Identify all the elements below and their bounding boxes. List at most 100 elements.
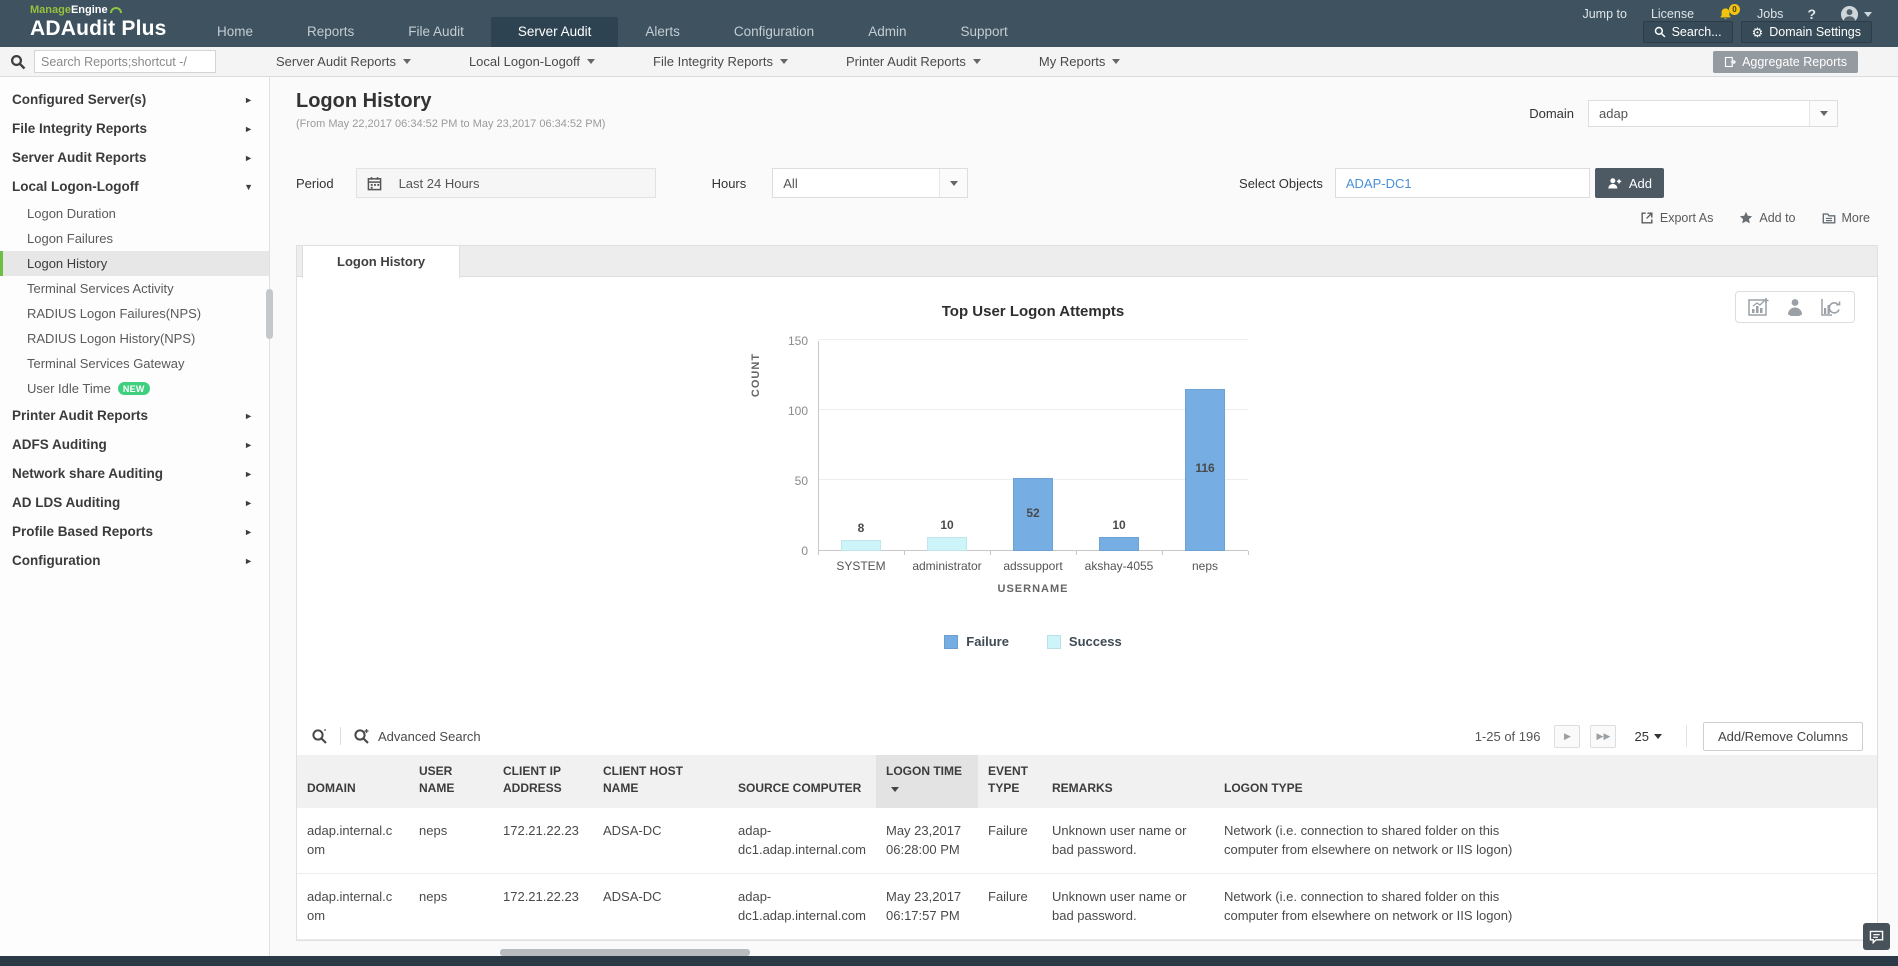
scrollbar-thumb[interactable] bbox=[500, 949, 750, 956]
sidebar-item-label: RADIUS Logon History(NPS) bbox=[27, 331, 195, 346]
more-button[interactable]: More bbox=[1822, 211, 1870, 225]
chevron-right-icon: ► bbox=[244, 411, 253, 421]
help-icon[interactable]: ? bbox=[1807, 6, 1816, 22]
domain-settings-button[interactable]: ⚙ Domain Settings bbox=[1741, 21, 1872, 43]
chevron-down-icon[interactable] bbox=[939, 169, 967, 197]
user-report-icon[interactable] bbox=[1786, 297, 1804, 317]
sidebar-item-radius-logon-failures-nps[interactable]: RADIUS Logon Failures(NPS) bbox=[0, 301, 269, 326]
sidebar-item-network-share-auditing[interactable]: Network share Auditing► bbox=[0, 459, 269, 488]
horizontal-scrollbar[interactable] bbox=[270, 949, 1898, 956]
bar-akshay-4055[interactable] bbox=[1099, 537, 1139, 551]
chart-refresh-icon[interactable] bbox=[1820, 297, 1842, 317]
column-header-logon-time[interactable]: LOGON TIME bbox=[876, 755, 978, 808]
table-row[interactable]: adap.internal.comneps172.21.22.23ADSA-DC… bbox=[297, 808, 1877, 874]
notifications-bell-icon[interactable]: 0 bbox=[1718, 7, 1733, 22]
sidebar-item-logon-duration[interactable]: Logon Duration bbox=[0, 201, 269, 226]
sidebar-item-logon-failures[interactable]: Logon Failures bbox=[0, 226, 269, 251]
jump-to-link[interactable]: Jump to bbox=[1582, 7, 1626, 21]
chart-add-icon[interactable] bbox=[1748, 297, 1770, 317]
page-size-select[interactable]: 25 bbox=[1634, 729, 1661, 744]
sidebar-item-adfs-auditing[interactable]: ADFS Auditing► bbox=[0, 430, 269, 459]
tab-logon-history[interactable]: Logon History bbox=[302, 246, 460, 278]
nav-tab-home[interactable]: Home bbox=[190, 17, 280, 47]
sidebar: Configured Server(s)►File Integrity Repo… bbox=[0, 77, 270, 956]
column-header-remarks[interactable]: REMARKS bbox=[1042, 755, 1214, 808]
column-header-client-ip-address[interactable]: CLIENT IP ADDRESS bbox=[493, 755, 593, 808]
period-picker[interactable]: Last 24 Hours bbox=[356, 168, 656, 198]
sort-descending-icon[interactable] bbox=[891, 787, 899, 792]
add-object-button[interactable]: Add bbox=[1595, 168, 1664, 198]
column-header-logon-type[interactable]: LOGON TYPE bbox=[1214, 755, 1544, 808]
menu-printer-audit-reports[interactable]: Printer Audit Reports bbox=[846, 54, 981, 69]
aggregate-reports-button[interactable]: Aggregate Reports bbox=[1713, 51, 1858, 73]
sidebar-item-configured-server-s[interactable]: Configured Server(s)► bbox=[0, 85, 269, 114]
sidebar-item-ad-lds-auditing[interactable]: AD LDS Auditing► bbox=[0, 488, 269, 517]
sidebar-item-configuration[interactable]: Configuration► bbox=[0, 546, 269, 575]
menu-local-logon-logoff[interactable]: Local Logon-Logoff bbox=[469, 54, 595, 69]
column-header-label: CLIENT IP ADDRESS bbox=[503, 764, 562, 795]
sidebar-item-label: Printer Audit Reports bbox=[12, 408, 148, 423]
report-search-input[interactable] bbox=[34, 50, 216, 73]
nav-tab-reports[interactable]: Reports bbox=[280, 17, 381, 47]
nav-tab-alerts[interactable]: Alerts bbox=[618, 17, 707, 47]
y-axis-tick: 0 bbox=[758, 544, 808, 558]
chevron-down-icon[interactable] bbox=[1809, 101, 1837, 126]
menu-server-audit-reports[interactable]: Server Audit Reports bbox=[276, 54, 411, 69]
sidebar-item-terminal-services-activity[interactable]: Terminal Services Activity bbox=[0, 276, 269, 301]
table-row[interactable]: adap.internal.comneps172.21.22.23ADSA-DC… bbox=[297, 873, 1877, 939]
bar-value-label: 10 bbox=[1076, 518, 1162, 532]
chat-feedback-icon[interactable] bbox=[1863, 923, 1890, 950]
nav-tab-file-audit[interactable]: File Audit bbox=[381, 17, 491, 47]
sidebar-item-printer-audit-reports[interactable]: Printer Audit Reports ► bbox=[0, 401, 269, 430]
column-header-domain[interactable]: DOMAIN bbox=[297, 755, 409, 808]
nav-tab-configuration[interactable]: Configuration bbox=[707, 17, 841, 47]
sidebar-item-profile-based-reports[interactable]: Profile Based Reports► bbox=[0, 517, 269, 546]
hours-select[interactable]: All bbox=[772, 168, 968, 198]
nav-tab-support[interactable]: Support bbox=[933, 17, 1034, 47]
sidebar-item-user-idle-time[interactable]: User Idle TimeNEW bbox=[0, 376, 269, 401]
report-actions: Export As Add to More bbox=[296, 211, 1870, 225]
column-header-label: USER NAME bbox=[419, 764, 454, 795]
gear-icon: ⚙ bbox=[1752, 26, 1764, 39]
nav-tab-server-audit[interactable]: Server Audit bbox=[491, 17, 619, 47]
chart-legend: FailureSuccess bbox=[818, 634, 1248, 649]
add-to-button[interactable]: Add to bbox=[1739, 211, 1795, 225]
menu-file-integrity-reports[interactable]: File Integrity Reports bbox=[653, 54, 788, 69]
menu-my-reports[interactable]: My Reports bbox=[1039, 54, 1120, 69]
domain-select[interactable]: adap bbox=[1588, 100, 1838, 127]
last-page-button[interactable]: ▶▶ bbox=[1590, 725, 1616, 748]
domain-label: Domain bbox=[1529, 106, 1574, 121]
sidebar-item-server-audit-reports[interactable]: Server Audit Reports► bbox=[0, 143, 269, 172]
legend-swatch bbox=[944, 635, 958, 649]
menu-label: My Reports bbox=[1039, 54, 1105, 69]
column-header-event-type[interactable]: EVENT TYPE bbox=[978, 755, 1042, 808]
bar-system[interactable] bbox=[841, 540, 881, 551]
sidebar-item-radius-logon-history-nps[interactable]: RADIUS Logon History(NPS) bbox=[0, 326, 269, 351]
bar-value-label: 52 bbox=[990, 506, 1076, 520]
global-search-button[interactable]: Search... bbox=[1643, 21, 1733, 43]
table-search-icon[interactable] bbox=[311, 728, 328, 745]
nav-tab-admin[interactable]: Admin bbox=[841, 17, 933, 47]
bar-administrator[interactable] bbox=[927, 537, 967, 551]
chevron-right-icon: ► bbox=[244, 527, 253, 537]
chevron-down-icon bbox=[587, 59, 595, 64]
advanced-search-icon[interactable] bbox=[353, 728, 370, 745]
sidebar-item-terminal-services-gateway[interactable]: Terminal Services Gateway bbox=[0, 351, 269, 376]
export-as-label: Export As bbox=[1660, 211, 1714, 225]
table-cell: adap.internal.com bbox=[297, 808, 409, 874]
export-as-button[interactable]: Export As bbox=[1640, 211, 1714, 225]
jobs-link[interactable]: Jobs bbox=[1757, 7, 1783, 21]
column-header-client-host-name[interactable]: CLIENT HOST NAME bbox=[593, 755, 728, 808]
column-header-user-name[interactable]: USER NAME bbox=[409, 755, 493, 808]
add-remove-columns-button[interactable]: Add/Remove Columns bbox=[1703, 722, 1863, 751]
sidebar-collapse-handle[interactable] bbox=[266, 289, 273, 339]
next-page-button[interactable]: ▶ bbox=[1554, 725, 1580, 748]
license-link[interactable]: License bbox=[1651, 7, 1694, 21]
column-header-source-computer[interactable]: SOURCE COMPUTER bbox=[728, 755, 876, 808]
sidebar-item-local-logon-logoff[interactable]: Local Logon-Logoff▼ bbox=[0, 172, 269, 201]
advanced-search-label[interactable]: Advanced Search bbox=[378, 729, 481, 744]
search-icon[interactable] bbox=[10, 54, 26, 70]
sidebar-item-file-integrity-reports[interactable]: File Integrity Reports► bbox=[0, 114, 269, 143]
select-objects-input[interactable]: ADAP-DC1 bbox=[1335, 168, 1590, 198]
sidebar-item-logon-history[interactable]: Logon History bbox=[0, 251, 269, 276]
